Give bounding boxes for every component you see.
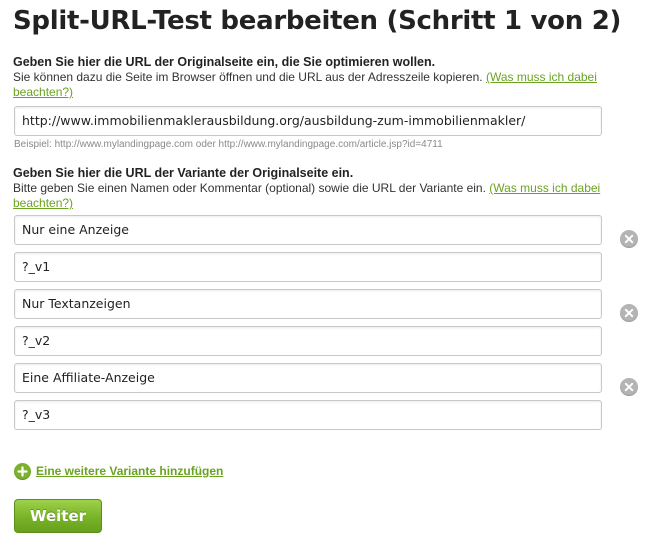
variant-1-name-input[interactable]: Nur eine Anzeige: [14, 215, 602, 245]
original-url-description-text: Sie können dazu die Seite im Browser öff…: [13, 70, 483, 84]
variant-1-url-input[interactable]: ?_v1: [14, 252, 602, 282]
variants-section: Geben Sie hier die URL der Variante der …: [13, 166, 633, 211]
original-url-input[interactable]: http://www.immobilienmaklerausbildung.or…: [14, 106, 602, 136]
variant-2-remove-icon[interactable]: [620, 304, 638, 322]
variant-3-remove-icon[interactable]: [620, 378, 638, 396]
variant-2-url-input[interactable]: ?_v2: [14, 326, 602, 356]
variants-description-text: Bitte geben Sie einen Namen oder Komment…: [13, 181, 486, 195]
variants-heading: Geben Sie hier die URL der Variante der …: [13, 166, 354, 180]
original-url-section: Geben Sie hier die URL der Originalseite…: [13, 55, 633, 100]
original-url-description: Sie können dazu die Seite im Browser öff…: [13, 70, 633, 100]
add-variant-link[interactable]: Eine weitere Variante hinzufügen: [14, 462, 223, 480]
original-url-example: Beispiel: http://www.mylandingpage.com o…: [14, 139, 443, 150]
page-title: Split-URL-Test bearbeiten (Schritt 1 von…: [13, 6, 622, 36]
original-url-heading: Geben Sie hier die URL der Originalseite…: [13, 55, 436, 69]
variant-3-name-input[interactable]: Eine Affiliate-Anzeige: [14, 363, 602, 393]
variant-2-name-input[interactable]: Nur Textanzeigen: [14, 289, 602, 319]
variant-3-url-input[interactable]: ?_v3: [14, 400, 602, 430]
next-button[interactable]: Weiter: [14, 499, 102, 533]
add-variant-label[interactable]: Eine weitere Variante hinzufügen: [36, 464, 223, 478]
variant-1-remove-icon[interactable]: [620, 230, 638, 248]
add-circle-icon[interactable]: [14, 462, 31, 480]
variants-description: Bitte geben Sie einen Namen oder Komment…: [13, 181, 633, 211]
